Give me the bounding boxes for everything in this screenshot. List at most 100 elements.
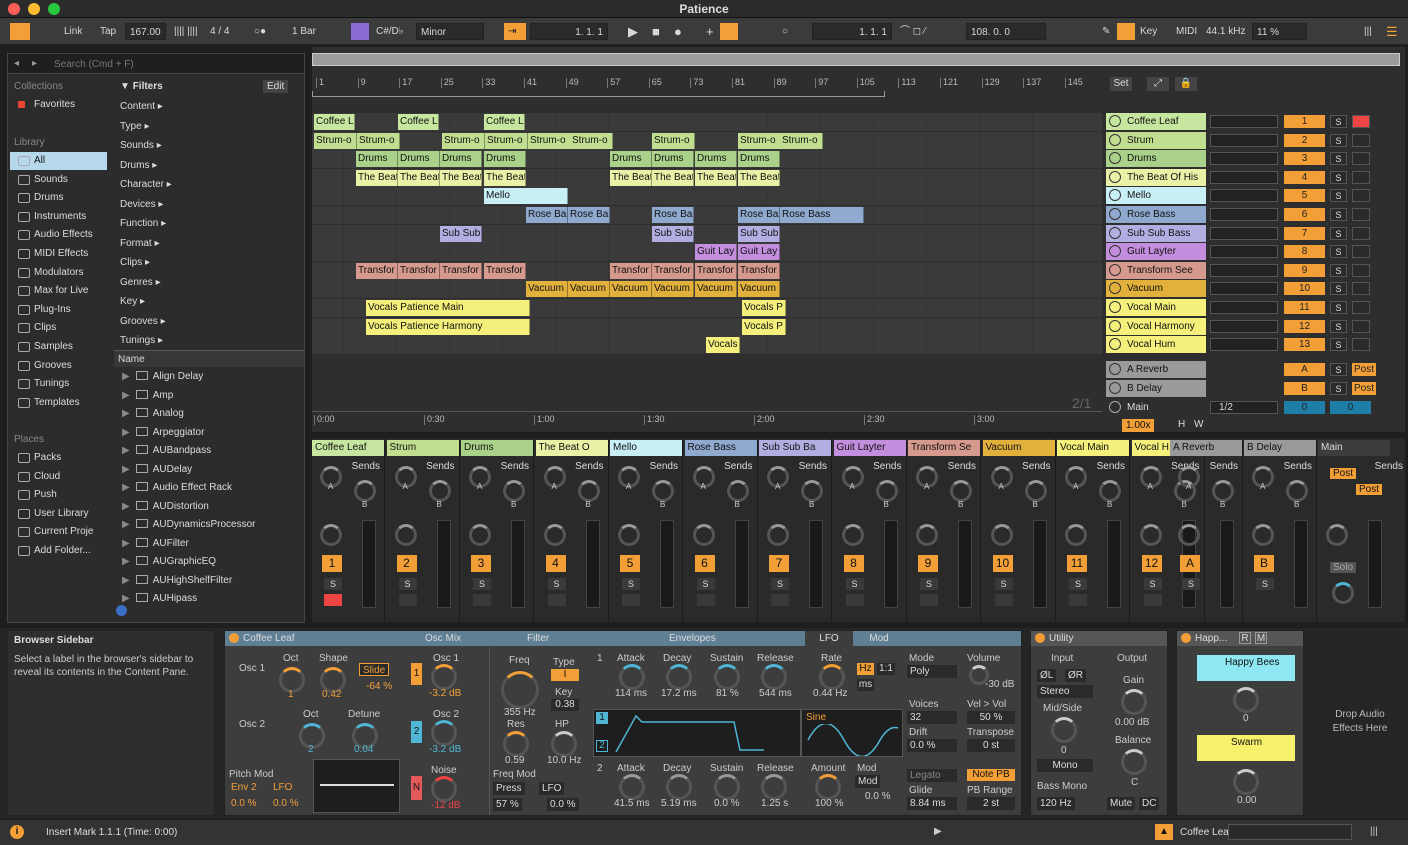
device-on-icon[interactable] [1181,633,1191,643]
solo-button[interactable]: S [1256,578,1274,590]
expand-arrow-icon[interactable]: ▶ [122,538,130,549]
arm-button[interactable] [622,594,640,606]
filter-item[interactable]: Tunings ▸ [114,331,304,350]
pan-knob[interactable] [767,524,789,546]
clip[interactable]: Transfor [738,262,780,279]
strip-title[interactable]: Transform Se [908,440,980,456]
note-pb-button[interactable]: Note PB [967,769,1015,781]
env2-attack-knob[interactable] [619,774,645,800]
track-activator[interactable]: 6 [694,555,715,572]
track-header[interactable]: Sub Sub Bass [1106,224,1206,242]
library-item-audio-effects[interactable]: Audio Effects [10,226,107,244]
pitch-mod-amt1[interactable]: 0.0 % [231,798,257,809]
strip-title[interactable]: Rose Bass [684,440,757,456]
res-knob[interactable] [503,731,529,757]
track-activator[interactable]: 4 [545,555,566,572]
send-b-knob[interactable] [354,480,376,502]
ms-button[interactable]: ms [857,679,874,691]
clip[interactable]: Vocals [706,337,740,354]
clip[interactable]: Strum-o [652,132,695,149]
phase-right-button[interactable]: ØR [1065,669,1086,682]
track-header[interactable]: Transform See [1106,261,1206,279]
clip[interactable]: Drums [695,151,737,168]
track-activator-icon[interactable] [1109,226,1121,239]
osc2-on-button[interactable]: 2 [411,721,422,743]
env1-attack-knob[interactable] [619,664,645,690]
place-item-user-library[interactable]: User Library [10,505,107,523]
stop-icon[interactable]: ■ [648,23,664,40]
clip[interactable]: Vacuum [695,281,737,298]
solo-button[interactable]: S [1330,319,1347,333]
strip-title[interactable]: A Reverb [1170,440,1242,456]
pan-knob[interactable] [1178,524,1200,546]
clip[interactable]: Guit Lay [695,244,737,261]
strip-title[interactable]: B Delay [1244,440,1316,456]
clip[interactable]: Vocals Patience Harmony [366,318,530,335]
track-number[interactable]: 2 [1284,133,1325,147]
volume-fader[interactable] [734,520,749,608]
punch-icon[interactable]: ⌒ ◻ ⁄ [896,23,930,40]
track-activator[interactable]: 10 [992,555,1013,572]
solo-button[interactable]: S [1330,263,1347,277]
track-number[interactable]: 11 [1284,301,1325,314]
pan-knob[interactable] [1065,524,1087,546]
expand-arrow-icon[interactable]: ▶ [122,445,130,456]
strip-title[interactable]: The Beat O [535,440,608,456]
rack-m-button[interactable]: M [1255,632,1267,644]
play-scroll-icon[interactable]: ▶ [934,826,942,837]
strip-title[interactable]: Sub Sub Ba [759,440,831,456]
clip[interactable]: Transfor [652,262,694,279]
volume-fader[interactable] [585,520,600,608]
clip[interactable]: Strum-o [442,132,485,149]
add-icon[interactable]: + [702,23,718,40]
rate-knob[interactable] [819,664,845,690]
browser-list-item[interactable]: ▶ Arpeggiator [114,424,304,443]
library-item-drums[interactable]: Drums [10,189,107,207]
position-field[interactable]: 1. 1. 1 [530,23,608,40]
strip-title[interactable]: Strum [386,440,459,456]
arm-button[interactable] [1352,319,1370,333]
return-track-header[interactable]: B Delay [1106,379,1206,397]
clip[interactable]: Drums [652,151,694,168]
clip[interactable]: Vocals P [742,318,786,335]
track-activator-icon[interactable] [1109,401,1121,413]
arm-button[interactable] [771,594,789,606]
clip[interactable]: Vocals Patience Main [366,300,530,316]
solo-button[interactable]: S [1330,245,1347,259]
clip[interactable]: Strum-o [738,132,781,149]
freq-mod-amt1[interactable]: 57 % [493,798,522,811]
clip[interactable]: Vacuum [568,281,610,298]
mute-button[interactable]: Mute [1107,797,1136,810]
clip[interactable]: The Beat [484,169,526,186]
name-column-header[interactable]: Name [114,350,304,367]
phase-left-button[interactable]: ØL [1037,669,1057,682]
volume-fader[interactable] [1107,520,1121,608]
device-overview[interactable] [1228,824,1352,840]
clip[interactable]: Coffee L [398,114,439,130]
filter-item[interactable]: Sounds ▸ [114,136,304,155]
library-item-samples[interactable]: Samples [10,338,107,356]
solo-button[interactable]: S [324,578,342,590]
track-activator-icon[interactable] [1109,263,1121,276]
post-button[interactable]: Post [1356,484,1383,495]
loop-brace[interactable] [312,91,885,97]
library-item-grooves[interactable]: Grooves [10,357,107,375]
filter-item[interactable]: Key ▸ [114,292,304,311]
solo-button[interactable]: S [473,578,491,590]
place-item-packs[interactable]: Packs [10,449,107,467]
record-icon[interactable]: ● [670,23,686,40]
device-on-icon[interactable] [1035,633,1045,643]
clip[interactable]: Sub Sub [652,225,694,242]
clip[interactable]: Strum-o [314,132,357,149]
send-b-knob[interactable] [428,480,451,502]
arm-button[interactable] [1352,301,1370,314]
clip[interactable]: Strum-o [780,132,823,149]
browser-list-item[interactable]: ▶ AUHipass [114,590,304,609]
preview-icon[interactable] [116,605,127,616]
expand-arrow-icon[interactable]: ▶ [122,427,130,438]
freq-mod-source2[interactable]: LFO [539,782,565,795]
arm-button[interactable] [1352,282,1370,296]
browser-list-item[interactable]: ▶ AUFilter [114,535,304,554]
expand-arrow-icon[interactable]: ▶ [122,593,130,604]
clip[interactable]: Strum-o [528,132,571,149]
